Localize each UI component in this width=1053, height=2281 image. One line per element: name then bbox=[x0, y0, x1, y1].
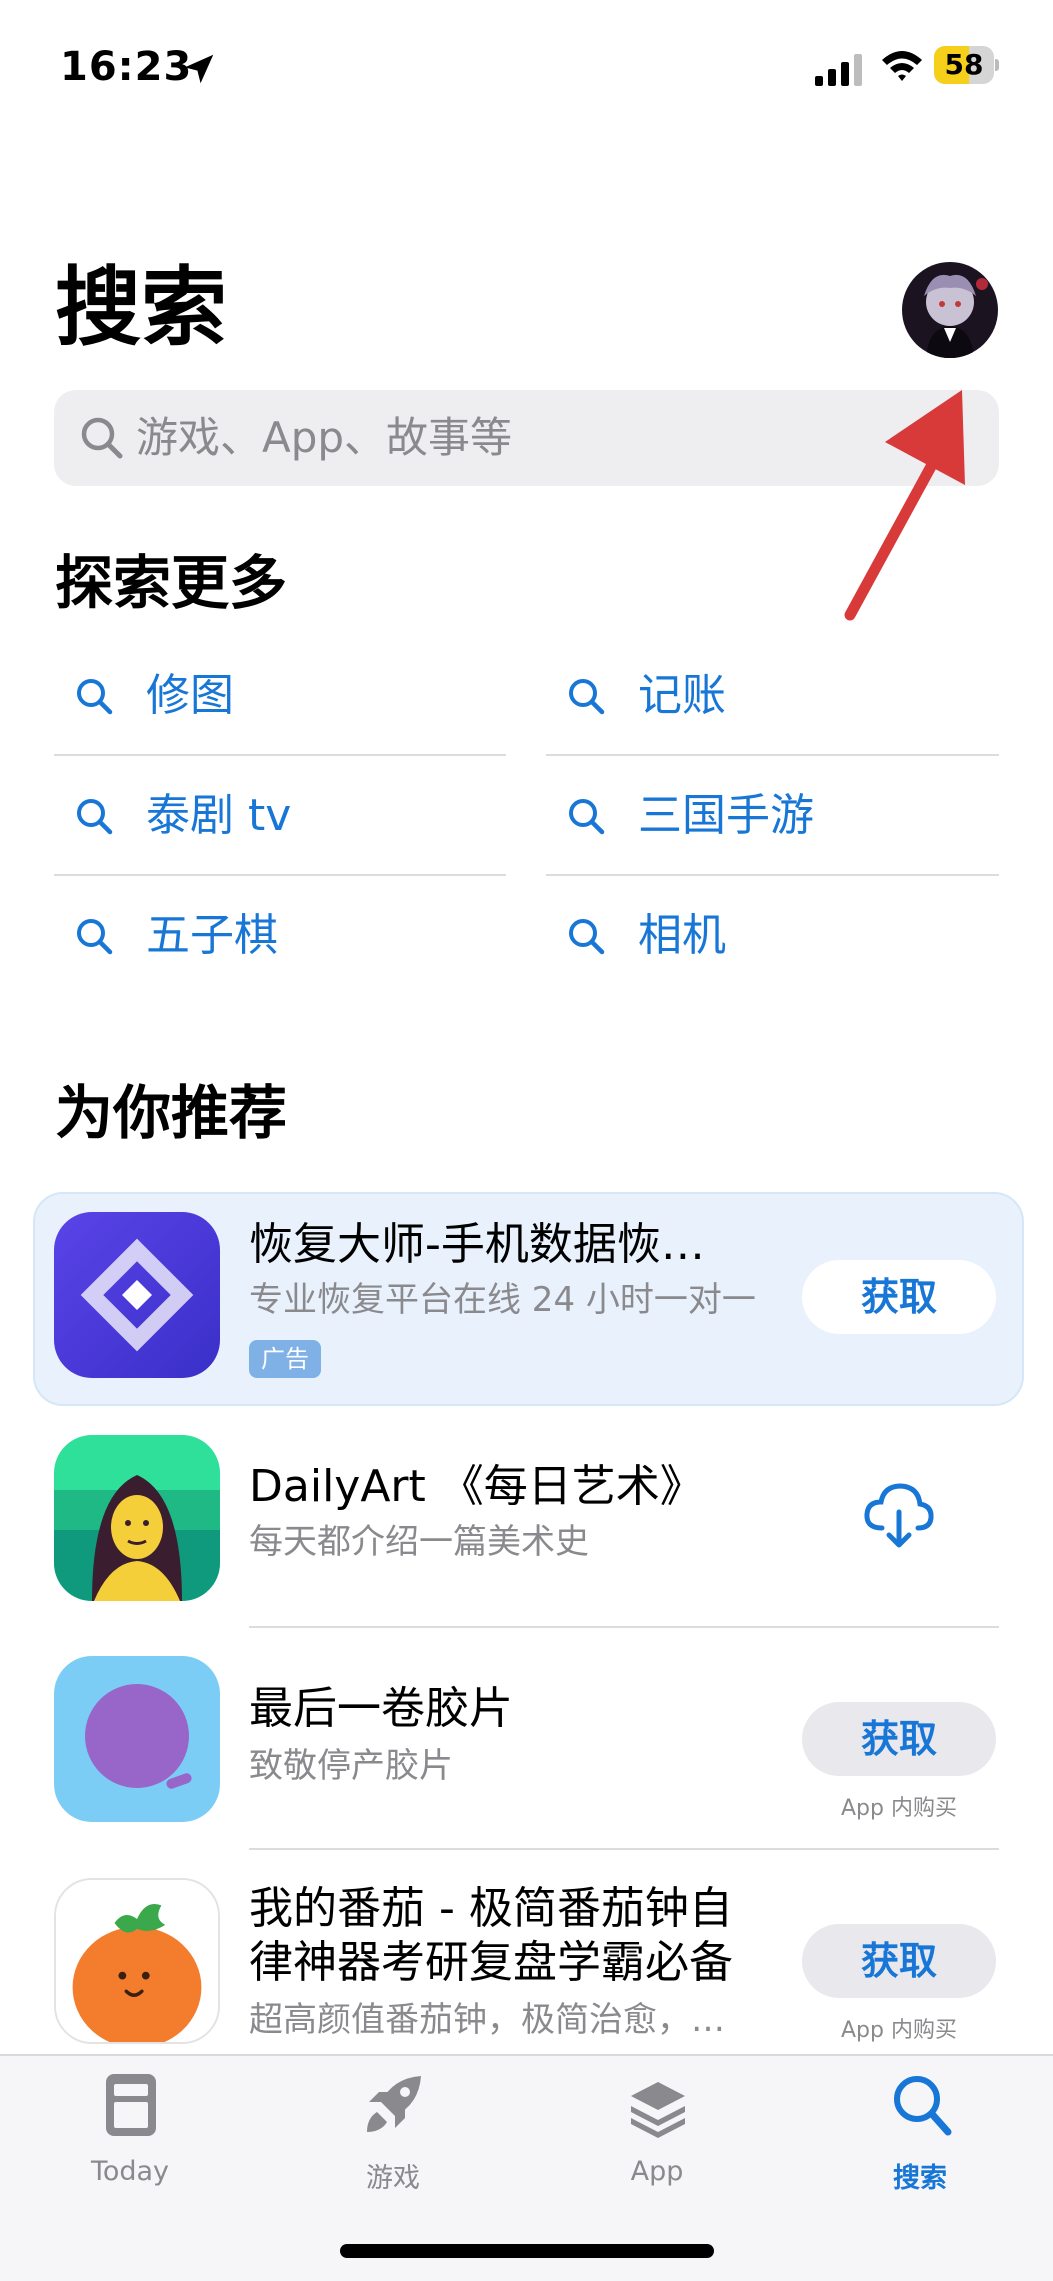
in-app-purchase-note: App 内购买 bbox=[841, 1796, 957, 1821]
explore-suggestion-label: 修图 bbox=[146, 670, 234, 721]
get-button[interactable]: 获取 bbox=[802, 1260, 996, 1334]
explore-suggestion-sanguo[interactable]: 三国手游 bbox=[546, 756, 998, 876]
today-icon bbox=[106, 2074, 156, 2136]
divider bbox=[249, 1626, 999, 1628]
tab-search[interactable]: 搜索 bbox=[820, 2056, 1020, 2216]
status-bar: 16:23 58 bbox=[0, 0, 1053, 130]
tab-label: Today bbox=[90, 2156, 170, 2187]
search-field[interactable]: 游戏、App、故事等 bbox=[54, 390, 999, 486]
magnifier-icon bbox=[77, 919, 113, 955]
magnifier-icon bbox=[569, 919, 605, 955]
location-arrow-icon bbox=[184, 54, 214, 84]
ad-badge: 广告 bbox=[249, 1340, 321, 1378]
app-name: 恢复大师-手机数据恢… bbox=[249, 1219, 705, 1270]
app-name-line1: 我的番茄 - 极简番茄钟自 bbox=[249, 1883, 733, 1934]
wifi-icon bbox=[882, 51, 922, 81]
magnifier-icon bbox=[77, 799, 113, 835]
tab-today[interactable]: Today bbox=[30, 2056, 230, 2216]
tab-games[interactable]: 游戏 bbox=[293, 2056, 493, 2216]
app-subtitle: 专业恢复平台在线 24 小时一对一 bbox=[249, 1280, 756, 1320]
search-placeholder: 游戏、App、故事等 bbox=[136, 413, 513, 462]
magnifier-icon bbox=[81, 417, 123, 459]
explore-suggestion-label: 记账 bbox=[638, 670, 726, 721]
restore-master-icon[interactable] bbox=[54, 1212, 220, 1378]
explore-suggestion-xiangji[interactable]: 相机 bbox=[546, 876, 998, 996]
explore-suggestion-xiutu[interactable]: 修图 bbox=[54, 636, 506, 756]
avatar-image bbox=[902, 262, 998, 358]
download-cloud-icon[interactable] bbox=[862, 1480, 936, 1552]
explore-suggestion-taiju[interactable]: 泰剧 tv bbox=[54, 756, 506, 876]
in-app-purchase-note: App 内购买 bbox=[841, 2018, 957, 2043]
status-time: 16:23 bbox=[60, 44, 193, 90]
page-title: 搜索 bbox=[55, 258, 227, 358]
dailyart-icon[interactable] bbox=[54, 1435, 220, 1601]
account-avatar-button[interactable] bbox=[902, 262, 998, 358]
magnifier-icon bbox=[569, 799, 605, 835]
battery-percentage: 58 bbox=[944, 48, 984, 81]
tab-apps[interactable]: App bbox=[557, 2056, 757, 2216]
explore-suggestion-wuziqi[interactable]: 五子棋 bbox=[54, 876, 506, 996]
home-indicator[interactable] bbox=[340, 2244, 714, 2258]
recommend-section-title: 为你推荐 bbox=[55, 1079, 288, 1147]
magnifier-icon bbox=[77, 679, 113, 715]
app-subtitle: 每天都介绍一篇美术史 bbox=[249, 1522, 589, 1562]
get-button[interactable]: 获取 bbox=[802, 1702, 996, 1776]
tab-label: 搜索 bbox=[893, 2163, 947, 2194]
last-film-icon[interactable] bbox=[54, 1656, 220, 1822]
tab-label: App bbox=[630, 2156, 684, 2187]
cellular-signal-icon bbox=[815, 54, 862, 86]
app-subtitle: 致敬停产胶片 bbox=[249, 1746, 453, 1786]
tomato-icon[interactable] bbox=[54, 1878, 220, 2044]
magnifier-icon bbox=[569, 679, 605, 715]
app-name: DailyArt 《每日艺术》 bbox=[249, 1461, 704, 1512]
explore-suggestion-jizhang[interactable]: 记账 bbox=[546, 636, 998, 756]
app-subtitle: 超高颜值番茄钟，极简治愈，… bbox=[249, 2000, 725, 2040]
app-name: 最后一卷胶片 bbox=[249, 1683, 513, 1734]
battery-indicator: 58 bbox=[934, 46, 1000, 84]
explore-suggestion-label: 三国手游 bbox=[638, 790, 814, 841]
divider bbox=[249, 1848, 999, 1850]
app-name-line2: 律神器考研复盘学霸必备 bbox=[249, 1937, 733, 1988]
tab-label: 游戏 bbox=[366, 2163, 420, 2194]
get-button[interactable]: 获取 bbox=[802, 1924, 996, 1998]
explore-section-title: 探索更多 bbox=[55, 549, 288, 617]
explore-suggestion-label: 五子棋 bbox=[146, 910, 278, 961]
layers-icon bbox=[631, 2082, 685, 2138]
explore-suggestion-label: 泰剧 tv bbox=[146, 790, 292, 841]
rocket-icon bbox=[367, 2076, 421, 2132]
search-icon bbox=[894, 2076, 952, 2136]
explore-suggestion-label: 相机 bbox=[638, 910, 726, 961]
